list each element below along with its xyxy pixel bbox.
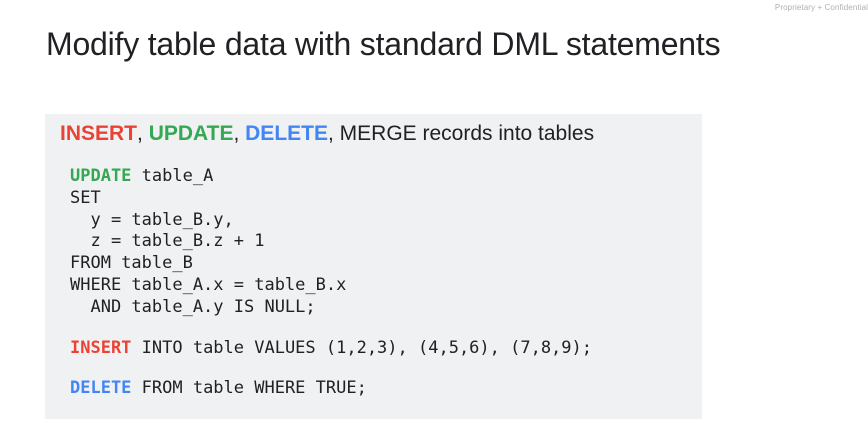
insert-keyword: INSERT [70, 337, 132, 358]
code-text: table_A [131, 166, 214, 186]
code-line: z = table_B.z + 1 [70, 231, 265, 252]
headline-update-keyword: UPDATE [148, 122, 234, 145]
delete-keyword: DELETE [70, 378, 132, 399]
code-line: y = table_B.y, [70, 209, 234, 230]
code-line: WHERE table_A.x = table_B.x [70, 274, 347, 295]
code-line: SET [70, 187, 101, 208]
code-line: FROM table_B [70, 253, 193, 274]
code-line: UPDATE table_A [70, 166, 592, 188]
panel-headline: INSERT, UPDATE, DELETE, MERGE records in… [60, 122, 594, 146]
code-line: DELETE FROM table WHERE TRUE; [70, 378, 592, 400]
sql-code-block: UPDATE table_A SET y = table_B.y, z = ta… [70, 166, 592, 400]
slide-title: Modify table data with standard DML stat… [46, 26, 721, 62]
update-keyword: UPDATE [70, 166, 132, 186]
code-line: AND table_A.y IS NULL; [70, 296, 316, 317]
proprietary-notice: Proprietary + Confidential [774, 3, 868, 12]
code-line: INSERT INTO table VALUES (1,2,3), (4,5,6… [70, 338, 592, 360]
headline-rest: , MERGE records into tables [327, 122, 595, 145]
code-spacer [70, 359, 592, 378]
headline-separator: , [137, 122, 149, 145]
code-spacer [70, 319, 592, 338]
content-panel: INSERT, UPDATE, DELETE, MERGE records in… [45, 114, 702, 419]
code-text: INTO table VALUES (1,2,3), (4,5,6), (7,8… [131, 337, 592, 358]
headline-insert-keyword: INSERT [60, 122, 138, 145]
headline-delete-keyword: DELETE [245, 122, 328, 145]
code-text: FROM table WHERE TRUE; [131, 378, 367, 399]
headline-separator: , [233, 122, 246, 145]
